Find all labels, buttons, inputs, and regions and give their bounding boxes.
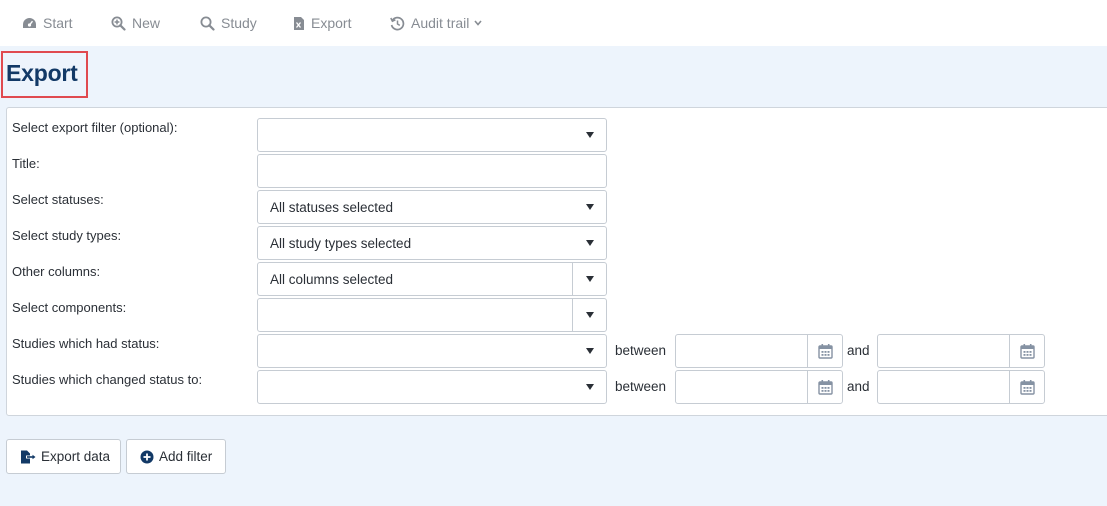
caret-down-icon <box>586 384 594 390</box>
nav-new[interactable]: New <box>111 13 160 33</box>
had-status-from-date[interactable] <box>675 334 843 368</box>
history-icon <box>390 16 405 30</box>
changed-status-and-text: and <box>847 379 870 394</box>
page-title: Export <box>6 60 78 86</box>
calendar-icon <box>817 380 833 395</box>
statuses-label: Select statuses: <box>12 192 104 207</box>
changed-status-between-text: between <box>615 379 667 394</box>
changed-status-select[interactable] <box>257 370 607 404</box>
nav-audit-trail[interactable]: Audit trail <box>390 13 482 33</box>
caret-down-icon <box>586 348 594 354</box>
had-status-and-text: and <box>847 343 870 358</box>
nav-study[interactable]: Study <box>200 13 257 33</box>
caret-down-icon <box>586 276 594 282</box>
other-columns-label: Other columns: <box>12 264 101 279</box>
nav-new-label: New <box>132 15 161 31</box>
export-data-button[interactable]: Export data <box>6 439 121 474</box>
dashboard-icon <box>23 17 36 28</box>
changed-status-from-date[interactable] <box>675 370 843 404</box>
study-types-select[interactable]: All study types selected <box>257 226 607 260</box>
excel-file-icon <box>294 16 304 30</box>
title-input[interactable] <box>257 154 607 188</box>
calendar-button[interactable] <box>807 335 842 367</box>
select-divider <box>572 299 573 331</box>
had-status-between-text: between <box>615 343 667 358</box>
add-filter-button[interactable]: Add filter <box>126 439 226 474</box>
top-navigation: Start New Study Export Audit trail <box>0 0 1107 46</box>
calendar-icon <box>1019 344 1035 359</box>
calendar-icon <box>817 344 833 359</box>
file-export-icon <box>21 450 36 463</box>
nav-export-label: Export <box>311 15 352 31</box>
caret-down-icon <box>586 312 594 318</box>
chevron-down-icon <box>474 20 482 26</box>
had-status-to-date[interactable] <box>877 334 1045 368</box>
calendar-button[interactable] <box>807 371 842 403</box>
nav-study-label: Study <box>221 15 257 31</box>
calendar-icon <box>1019 380 1035 395</box>
nav-audit-trail-label: Audit trail <box>411 15 470 31</box>
study-types-label: Select study types: <box>12 228 122 243</box>
nav-export[interactable]: Export <box>293 13 351 33</box>
statuses-select[interactable]: All statuses selected <box>257 190 607 224</box>
nav-start[interactable]: Start <box>22 13 73 33</box>
components-label: Select components: <box>12 300 127 315</box>
nav-start-label: Start <box>43 15 73 31</box>
zoom-in-icon <box>111 16 126 31</box>
caret-down-icon <box>586 132 594 138</box>
other-columns-value: All columns selected <box>270 272 394 287</box>
title-label: Title: <box>12 156 40 171</box>
calendar-button[interactable] <box>1009 371 1044 403</box>
add-filter-label: Add filter <box>159 449 213 464</box>
changed-status-to-date[interactable] <box>877 370 1045 404</box>
plus-circle-icon <box>140 450 154 463</box>
select-divider <box>572 263 573 295</box>
changed-status-label: Studies which changed status to: <box>12 372 203 387</box>
caret-down-icon <box>586 240 594 246</box>
export-filter-label: Select export filter (optional): <box>12 120 178 135</box>
calendar-button[interactable] <box>1009 335 1044 367</box>
statuses-value: All statuses selected <box>270 200 394 215</box>
other-columns-select[interactable]: All columns selected <box>257 262 607 296</box>
study-types-value: All study types selected <box>270 236 412 251</box>
search-icon <box>200 16 215 31</box>
export-data-label: Export data <box>41 449 111 464</box>
caret-down-icon <box>586 204 594 210</box>
had-status-select[interactable] <box>257 334 607 368</box>
had-status-label: Studies which had status: <box>12 336 160 351</box>
export-filter-select[interactable] <box>257 118 607 152</box>
components-select[interactable] <box>257 298 607 332</box>
